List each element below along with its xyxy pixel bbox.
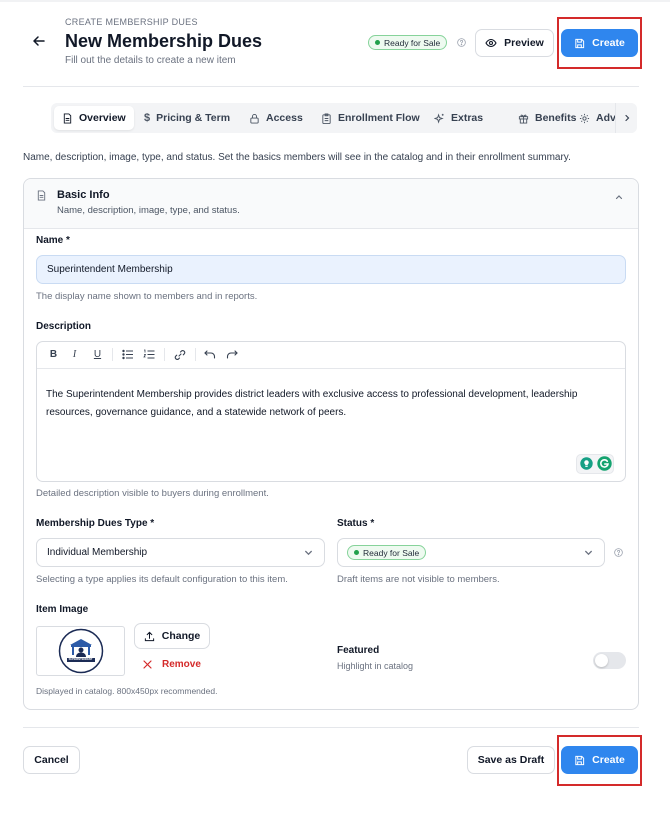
preview-button-label: Preview bbox=[504, 37, 544, 49]
change-image-label: Change bbox=[161, 630, 201, 642]
toolbar-divider bbox=[195, 348, 196, 361]
name-hint: The display name shown to members and in… bbox=[36, 291, 258, 302]
type-label: Membership Dues Type * bbox=[36, 518, 155, 529]
featured-hint: Highlight in catalog bbox=[337, 661, 414, 671]
save-draft-button[interactable]: Save as Draft bbox=[467, 746, 555, 774]
save-icon bbox=[575, 38, 585, 48]
tab-scroll-next-button[interactable] bbox=[615, 103, 637, 133]
status-badge-label: Ready for Sale bbox=[384, 37, 441, 48]
building-logo-icon bbox=[58, 628, 103, 674]
item-logo-text: SUPERINTENDENT bbox=[68, 658, 93, 661]
name-input[interactable]: Superintendent Membership bbox=[36, 255, 626, 284]
underline-icon[interactable]: U bbox=[91, 348, 104, 361]
help-icon[interactable] bbox=[614, 548, 623, 557]
lightbulb-icon[interactable] bbox=[580, 457, 593, 470]
numbered-list-icon[interactable] bbox=[143, 349, 155, 360]
remove-image-button[interactable]: Remove bbox=[143, 659, 201, 670]
status-select-badge: Ready for Sale bbox=[347, 545, 427, 560]
chevron-up-icon[interactable] bbox=[615, 193, 623, 201]
save-icon bbox=[575, 755, 585, 765]
featured-toggle-knob bbox=[595, 654, 608, 667]
tab-extras-label: Extras bbox=[451, 112, 484, 124]
remove-image-label: Remove bbox=[162, 659, 201, 670]
redo-icon[interactable] bbox=[226, 349, 238, 359]
featured-toggle[interactable] bbox=[593, 652, 626, 669]
image-label: Item Image bbox=[36, 604, 89, 615]
bold-icon[interactable]: B bbox=[47, 348, 60, 361]
status-label: Status * bbox=[337, 518, 375, 529]
featured-label: Featured bbox=[337, 645, 380, 656]
tab-access[interactable]: Access bbox=[241, 106, 311, 130]
description-text[interactable]: The Superintendent Membership provides d… bbox=[46, 386, 611, 422]
document-icon bbox=[37, 190, 46, 201]
status-dot bbox=[375, 40, 380, 45]
basic-info-card-header[interactable] bbox=[24, 179, 638, 229]
description-hint: Detailed description visible to buyers d… bbox=[36, 488, 269, 499]
type-select-value: Individual Membership bbox=[47, 547, 148, 558]
dollar-icon: $ bbox=[144, 112, 151, 124]
footer-divider bbox=[23, 727, 639, 728]
image-hint: Displayed in catalog. 800x450px recommen… bbox=[36, 686, 218, 696]
footer-create-button[interactable]: Create bbox=[561, 746, 638, 774]
upload-icon bbox=[144, 631, 154, 641]
status-select-value: Ready for Sale bbox=[363, 547, 420, 558]
save-draft-label: Save as Draft bbox=[477, 754, 545, 766]
bullet-list-icon[interactable] bbox=[122, 349, 134, 360]
top-divider bbox=[0, 0, 670, 2]
italic-icon[interactable]: I bbox=[68, 348, 81, 361]
back-arrow-icon[interactable] bbox=[32, 34, 46, 48]
page-eyebrow: CREATE MEMBERSHIP DUES bbox=[65, 17, 198, 27]
chevron-right-icon bbox=[624, 114, 629, 122]
clipboard-icon bbox=[322, 112, 331, 124]
sparkles-icon bbox=[434, 112, 444, 124]
header-divider bbox=[23, 86, 639, 87]
undo-icon[interactable] bbox=[204, 349, 216, 359]
item-image-preview: SUPERINTENDENT bbox=[36, 626, 125, 676]
page-title: New Membership Dues bbox=[65, 31, 263, 51]
lock-icon bbox=[250, 113, 259, 124]
status-hint: Draft items are not visible to members. bbox=[337, 574, 500, 585]
tab-pricing-term[interactable]: $ Pricing & Term bbox=[136, 106, 238, 130]
tab-bar: Overview $ Pricing & Term Access Enrollm… bbox=[51, 103, 637, 133]
eye-icon bbox=[485, 38, 497, 48]
link-icon[interactable] bbox=[174, 349, 186, 361]
grammarly-icon[interactable] bbox=[597, 456, 612, 471]
gift-icon bbox=[518, 114, 529, 124]
help-icon[interactable] bbox=[457, 38, 466, 47]
document-icon bbox=[63, 112, 72, 124]
cancel-button-label: Cancel bbox=[34, 754, 69, 766]
tab-access-label: Access bbox=[266, 112, 303, 124]
footer-create-label: Create bbox=[592, 754, 625, 766]
create-button-label: Create bbox=[592, 37, 625, 49]
change-image-button[interactable]: Change bbox=[134, 623, 210, 649]
section-title: Basic Info bbox=[57, 189, 110, 201]
tab-pricing-term-label: Pricing & Term bbox=[156, 112, 231, 124]
cancel-button[interactable]: Cancel bbox=[23, 746, 80, 774]
tab-description: Name, description, image, type, and stat… bbox=[23, 152, 571, 163]
description-label: Description bbox=[36, 321, 92, 332]
status-badge: Ready for Sale bbox=[368, 35, 448, 50]
name-label: Name * bbox=[36, 235, 70, 246]
type-select[interactable]: Individual Membership bbox=[36, 538, 325, 567]
create-button[interactable]: Create bbox=[561, 29, 638, 57]
gear-icon bbox=[579, 113, 590, 123]
type-hint: Selecting a type applies its default con… bbox=[36, 574, 288, 585]
close-icon bbox=[143, 660, 152, 669]
chevron-down-icon bbox=[305, 550, 312, 556]
tab-advanced-label: Adv bbox=[596, 112, 616, 124]
chevron-down-icon bbox=[585, 550, 592, 556]
tab-extras[interactable]: Extras bbox=[426, 106, 491, 130]
item-logo: SUPERINTENDENT bbox=[58, 628, 104, 674]
toolbar-divider bbox=[164, 348, 165, 361]
toolbar-divider bbox=[112, 348, 113, 361]
tab-enrollment-flow-label: Enrollment Flow bbox=[338, 112, 420, 124]
preview-button[interactable]: Preview bbox=[475, 29, 554, 57]
tab-enrollment-flow[interactable]: Enrollment Flow bbox=[313, 106, 428, 130]
tab-overview-label: Overview bbox=[79, 112, 126, 124]
status-dot bbox=[354, 550, 359, 555]
page-subtitle: Fill out the details to create a new ite… bbox=[65, 55, 236, 66]
tab-overview[interactable]: Overview bbox=[54, 106, 134, 130]
section-subtitle: Name, description, image, type, and stat… bbox=[57, 205, 240, 216]
